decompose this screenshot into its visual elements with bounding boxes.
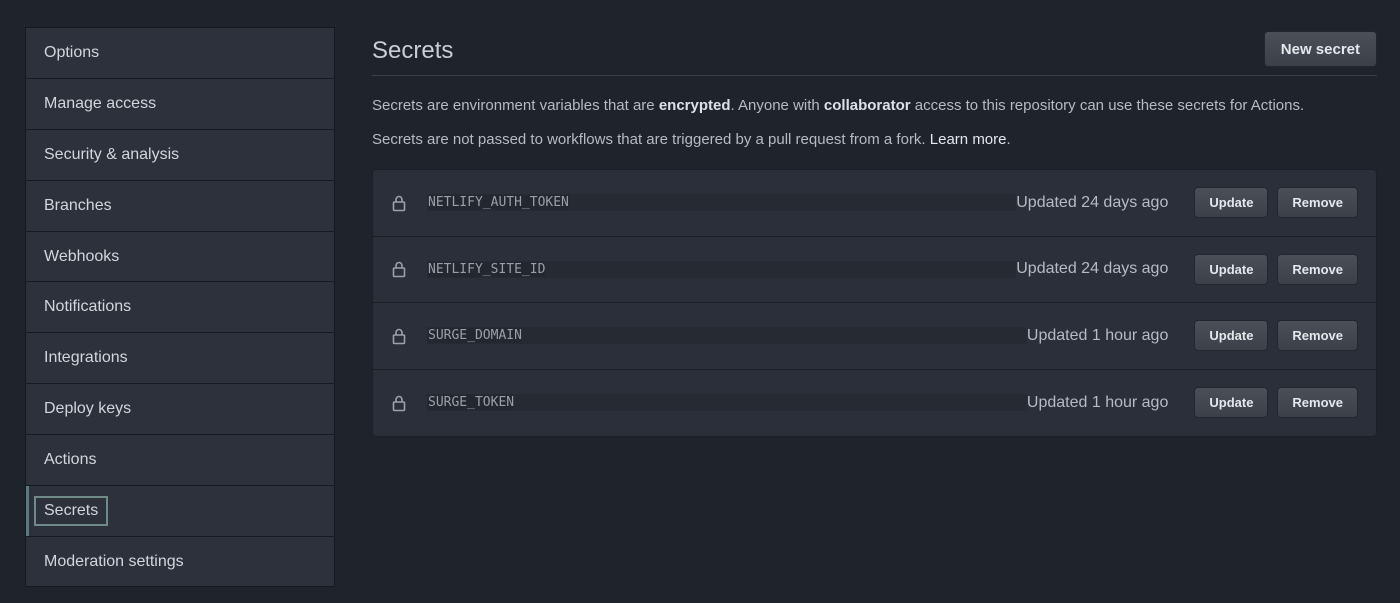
lock-icon bbox=[391, 260, 409, 278]
secret-updated: Updated 1 hour ago bbox=[1026, 326, 1169, 344]
sidebar-item-label: Branches bbox=[44, 196, 112, 214]
sidebar-item-label: Options bbox=[44, 43, 100, 61]
sidebar-item-integrations[interactable]: Integrations bbox=[26, 333, 334, 385]
secret-name: SURGE_DOMAIN bbox=[427, 327, 1027, 345]
sidebar-item-webhooks[interactable]: Webhooks bbox=[26, 232, 334, 283]
sidebar-item-label: Webhooks bbox=[44, 247, 120, 265]
page-header: Secrets New secret bbox=[372, 27, 1377, 76]
update-secret-button[interactable]: Update bbox=[1194, 387, 1269, 419]
sidebar-item-label: Secrets bbox=[33, 495, 109, 526]
description-text: Secrets are not passed to workflows that… bbox=[372, 131, 930, 148]
update-secret-button[interactable]: Update bbox=[1194, 187, 1269, 219]
secret-name-text: NETLIFY_AUTH_TOKEN bbox=[428, 195, 569, 211]
sidebar-item-label: Moderation settings bbox=[44, 553, 184, 571]
secret-row: SURGE_TOKEN Updated 1 hour ago Update Re… bbox=[373, 370, 1376, 437]
update-secret-button[interactable]: Update bbox=[1194, 253, 1269, 285]
sidebar-item-label: Integrations bbox=[44, 349, 128, 367]
secret-updated: Updated 24 days ago bbox=[1016, 260, 1169, 278]
sidebar-item-label: Actions bbox=[44, 451, 97, 469]
sidebar-item-label: Manage access bbox=[44, 94, 157, 112]
remove-secret-button[interactable]: Remove bbox=[1277, 253, 1358, 285]
lock-icon bbox=[391, 394, 409, 412]
sidebar-item-deploy-keys[interactable]: Deploy keys bbox=[26, 384, 334, 436]
remove-secret-button[interactable]: Remove bbox=[1277, 187, 1358, 219]
secret-name: NETLIFY_SITE_ID bbox=[427, 260, 1017, 278]
secret-updated: Updated 24 days ago bbox=[1016, 193, 1169, 211]
description-encrypted: Secrets are environment variables that a… bbox=[372, 97, 1377, 114]
description-text: Secrets are environment variables that a… bbox=[372, 97, 659, 114]
sidebar-item-notifications[interactable]: Notifications bbox=[26, 282, 334, 334]
remove-secret-button[interactable]: Remove bbox=[1277, 320, 1358, 352]
remove-secret-button[interactable]: Remove bbox=[1277, 387, 1358, 419]
description-bold: encrypted bbox=[658, 97, 731, 114]
lock-icon bbox=[391, 194, 409, 212]
sidebar-item-options[interactable]: Options bbox=[26, 28, 334, 79]
description-text: . bbox=[1006, 131, 1011, 148]
sidebar-item-label: Deploy keys bbox=[44, 400, 132, 418]
secret-updated: Updated 1 hour ago bbox=[1026, 393, 1169, 411]
sidebar-item-label: Security & analysis bbox=[44, 145, 180, 163]
sidebar-item-branches[interactable]: Branches bbox=[26, 181, 334, 232]
description-fork: Secrets are not passed to workflows that… bbox=[372, 131, 1377, 148]
secret-name-text: NETLIFY_SITE_ID bbox=[428, 261, 546, 277]
sidebar-item-actions[interactable]: Actions bbox=[26, 435, 334, 487]
sidebar-item-manage-access[interactable]: Manage access bbox=[26, 79, 334, 130]
update-secret-button[interactable]: Update bbox=[1194, 320, 1269, 352]
sidebar-item-moderation-settings[interactable]: Moderation settings bbox=[26, 537, 334, 588]
description-text: . Anyone with bbox=[730, 97, 824, 114]
secrets-list: NETLIFY_AUTH_TOKEN Updated 24 days ago U… bbox=[372, 169, 1377, 437]
sidebar-item-security-analysis[interactable]: Security & analysis bbox=[26, 130, 334, 181]
settings-sidebar: Options Manage access Security & analysi… bbox=[25, 27, 335, 587]
secret-row: NETLIFY_SITE_ID Updated 24 days ago Upda… bbox=[373, 237, 1376, 303]
sidebar-item-secrets[interactable]: Secrets bbox=[26, 486, 334, 537]
description-text: access to this repository can use these … bbox=[910, 97, 1305, 114]
lock-icon bbox=[391, 327, 409, 345]
secret-name: NETLIFY_AUTH_TOKEN bbox=[427, 194, 1017, 212]
secrets-main: Secrets New secret Secrets are environme… bbox=[372, 27, 1377, 437]
new-secret-button[interactable]: New secret bbox=[1263, 31, 1377, 67]
secret-row: SURGE_DOMAIN Updated 1 hour ago Update R… bbox=[373, 303, 1376, 370]
sidebar-item-label: Notifications bbox=[44, 298, 132, 316]
description-bold: collaborator bbox=[823, 97, 911, 114]
secret-name: SURGE_TOKEN bbox=[427, 394, 1027, 412]
secret-name-text: SURGE_TOKEN bbox=[428, 395, 515, 411]
secret-name-text: SURGE_DOMAIN bbox=[428, 328, 522, 344]
page-title: Secrets bbox=[372, 37, 454, 64]
learn-more-link[interactable]: Learn more bbox=[930, 131, 1007, 148]
secret-row: NETLIFY_AUTH_TOKEN Updated 24 days ago U… bbox=[373, 170, 1376, 237]
